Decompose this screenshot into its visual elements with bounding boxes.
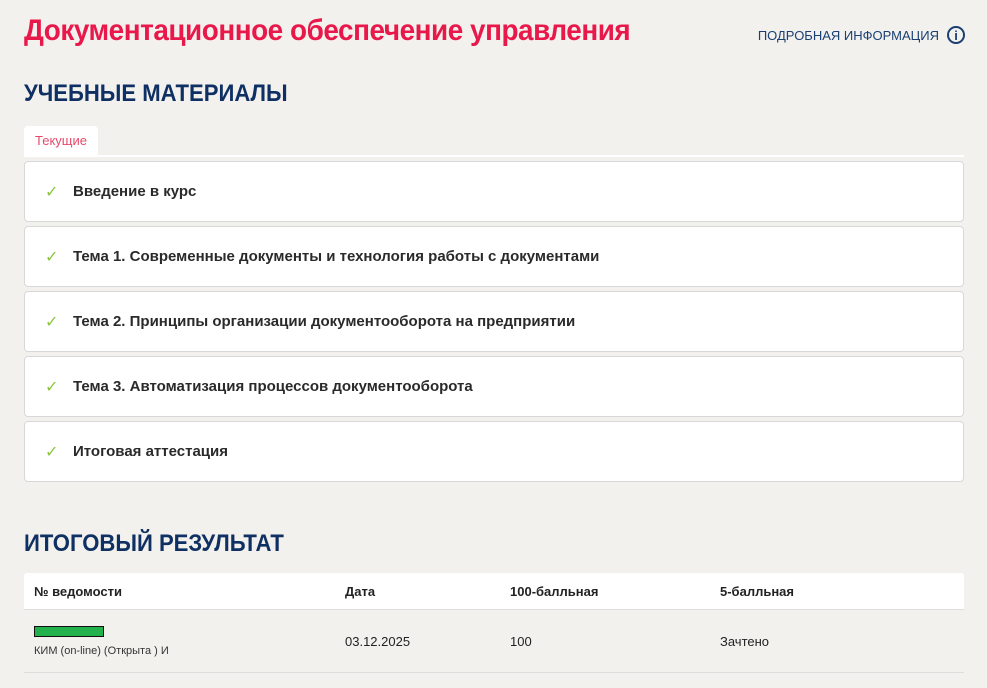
accordion-item-label: Тема 2. Принципы организации документооб… bbox=[73, 313, 576, 330]
materials-heading: УЧЕБНЫЕ МАТЕРИАЛЫ bbox=[24, 80, 288, 107]
progress-bar bbox=[34, 625, 104, 637]
check-icon: ✓ bbox=[45, 378, 59, 396]
accordion-item[interactable]: ✓ Тема 3. Автоматизация процессов докумен… bbox=[24, 356, 964, 417]
accordion-item[interactable]: ✓ Итоговая аттестация bbox=[24, 421, 964, 482]
course-title: Документационное обеспечение управления bbox=[24, 14, 631, 47]
materials-accordion: ✓ Введение в курс ✓ Тема 1. Современные до… bbox=[24, 161, 964, 486]
table-header: № ведомости Дата 100-балльная 5-балльная bbox=[24, 573, 964, 610]
result-table: № ведомости Дата 100-балльная 5-балльная… bbox=[24, 573, 964, 673]
accordion-item-label: Тема 3. Автоматизация процессов документ… bbox=[73, 378, 473, 395]
check-icon: ✓ bbox=[45, 248, 59, 266]
accordion-item[interactable]: ✓ Тема 1. Современные документы и техноло… bbox=[24, 226, 964, 287]
accordion-item-label: Тема 1. Современные документы и технолог… bbox=[73, 248, 600, 265]
statement-cell: КИМ (on-line) (Открыта ) И bbox=[24, 625, 345, 657]
accordion-item-label: Итоговая аттестация bbox=[73, 443, 228, 460]
col-statement: № ведомости bbox=[34, 583, 122, 599]
accordion-item[interactable]: ✓ Тема 2. Принципы организации документоо… bbox=[24, 291, 964, 352]
accordion-item-label: Введение в курс bbox=[73, 183, 197, 200]
score100-cell: 100 bbox=[510, 633, 532, 649]
accordion-item[interactable]: ✓ Введение в курс bbox=[24, 161, 964, 222]
col-score5: 5-балльная bbox=[720, 583, 794, 599]
col-score100: 100-балльная bbox=[510, 583, 599, 599]
check-icon: ✓ bbox=[45, 183, 59, 201]
check-icon: ✓ bbox=[45, 313, 59, 331]
info-icon: i bbox=[947, 26, 965, 44]
table-row: КИМ (on-line) (Открыта ) И 03.12.2025 10… bbox=[24, 610, 964, 673]
result-heading: ИТОГОВЫЙ РЕЗУЛЬТАТ bbox=[24, 530, 284, 557]
date-cell: 03.12.2025 bbox=[345, 633, 411, 649]
col-date: Дата bbox=[345, 583, 376, 599]
statement-name[interactable]: КИМ (on-line) (Открыта ) И bbox=[34, 645, 345, 657]
more-info-label: ПОДРОБНАЯ ИНФОРМАЦИЯ bbox=[757, 27, 939, 43]
check-icon: ✓ bbox=[45, 443, 59, 461]
score5-cell: Зачтено bbox=[720, 633, 770, 649]
more-info-link[interactable]: ПОДРОБНАЯ ИНФОРМАЦИЯ i bbox=[758, 26, 965, 44]
tab-current[interactable]: Текущие bbox=[24, 126, 98, 156]
materials-tabs: Текущие bbox=[24, 126, 964, 157]
